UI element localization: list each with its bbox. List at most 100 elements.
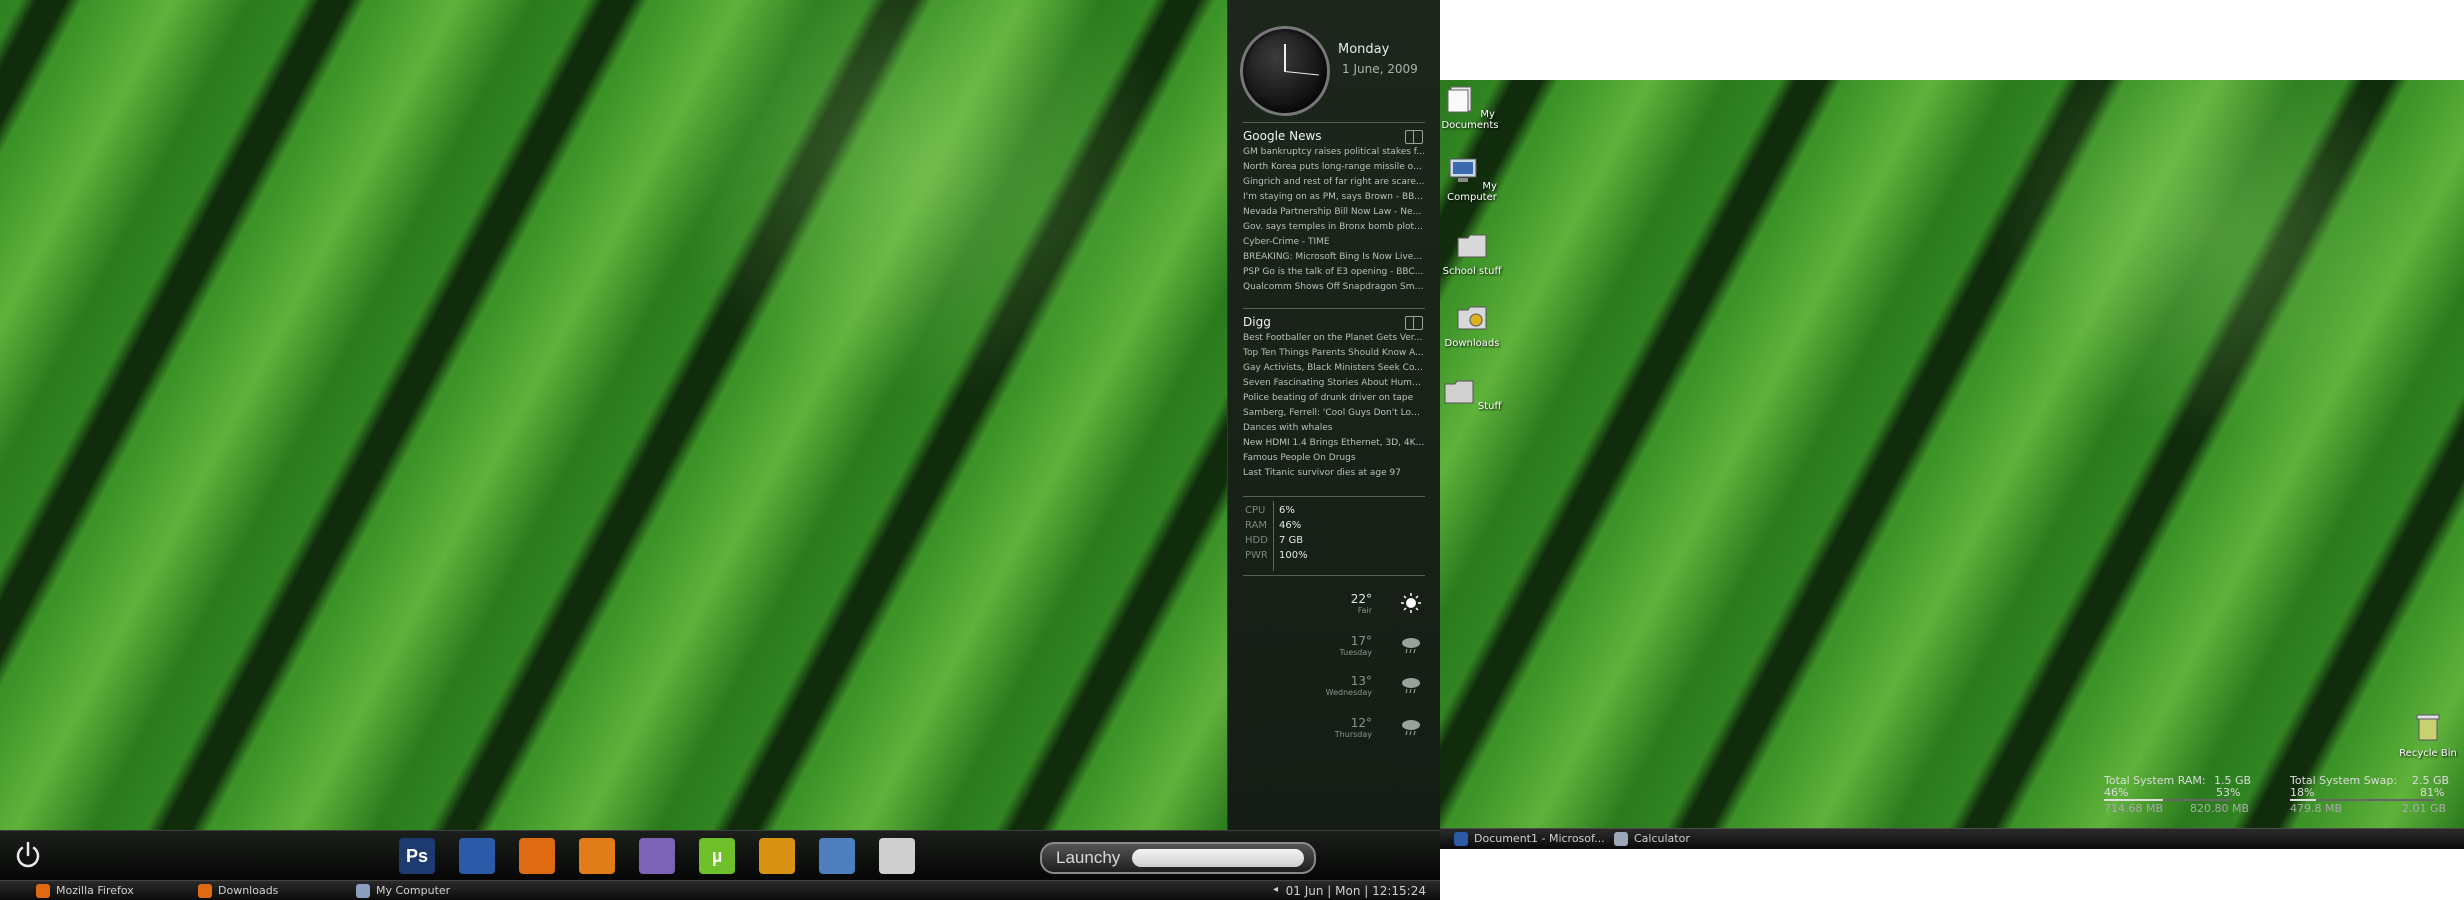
weather-desc: Tuesday — [1339, 648, 1372, 657]
word-icon[interactable] — [459, 838, 495, 874]
weather-day: 17° Tuesday — [1288, 634, 1428, 664]
taskbar-button-calculator[interactable]: Calculator — [1612, 831, 1690, 847]
news-item[interactable]: Cyber-Crime - TIME — [1243, 235, 1425, 250]
stat-value: 6% — [1279, 505, 1295, 516]
desktop-icon-downloads[interactable]: Downloads — [1442, 302, 1502, 349]
digg-title-text: Digg — [1243, 315, 1271, 329]
folder-icon — [1444, 380, 1474, 404]
firefox-icon[interactable] — [519, 838, 555, 874]
taskbar-button-word-document[interactable]: Document1 - Microsof... — [1452, 831, 1605, 847]
stat-label: HDD — [1245, 535, 1268, 546]
taskbar-button-label: Document1 - Microsof... — [1474, 832, 1605, 845]
news-item[interactable]: Gingrich and rest of far right are scare… — [1243, 175, 1425, 190]
ram-used-pct: 46% — [2104, 786, 2129, 799]
miranda-icon[interactable] — [759, 838, 795, 874]
analog-clock-icon — [1240, 26, 1330, 116]
book-icon[interactable] — [1405, 130, 1423, 144]
leaf-wallpaper — [0, 0, 1227, 830]
weather-temp: 17° — [1350, 634, 1372, 648]
desktop-icon-stuff[interactable]: Stuff — [1442, 376, 1502, 412]
sidebar: Monday 1 June, 2009 Google News GM bankr… — [1227, 0, 1440, 830]
stat-cpu: CPU 6% — [1243, 503, 1425, 518]
downloads-folder-icon — [1457, 306, 1487, 330]
ram-free: 820.80 MB — [2190, 802, 2250, 815]
ram-bar — [2104, 799, 2232, 801]
pidgin-icon[interactable] — [639, 838, 675, 874]
launchy-input[interactable] — [1132, 849, 1304, 867]
news-item[interactable]: North Korea puts long-range missile on..… — [1243, 160, 1425, 175]
digg-item[interactable]: Seven Fascinating Stories About Human... — [1243, 376, 1425, 391]
taskbar-button-downloads[interactable]: Downloads — [196, 883, 278, 899]
swap-free-pct: 81% — [2420, 786, 2445, 799]
swap-free: 2.01 GB — [2402, 802, 2447, 815]
desktop-icon-school-stuff[interactable]: School stuff — [1442, 230, 1502, 277]
launchy-bar: Launchy — [1040, 842, 1316, 874]
system-monitor: Total System RAM: 1.5 GB 46% 53% 714.68 … — [1440, 774, 2464, 822]
ram-used: 714.68 MB — [2104, 802, 2164, 815]
firefox-icon — [36, 884, 50, 898]
ram-free-pct: 53% — [2216, 786, 2241, 799]
documents-icon — [1447, 86, 1472, 113]
taskbar-button-label: Downloads — [218, 884, 279, 897]
power-icon[interactable] — [12, 839, 44, 871]
news-item[interactable]: GM bankruptcy raises political stakes f.… — [1243, 145, 1425, 160]
weather-temp: 12° — [1350, 716, 1372, 730]
news-item[interactable]: Gov. says temples in Bronx bomb plot t..… — [1243, 220, 1425, 235]
text-editor-icon[interactable] — [819, 838, 855, 874]
taskbar-button-firefox[interactable]: Mozilla Firefox — [34, 883, 134, 899]
clock-date: 1 June, 2009 — [1342, 62, 1418, 76]
digg-item[interactable]: Police beating of drunk driver on tape — [1243, 391, 1425, 406]
tray-arrow-icon[interactable]: ◂ — [1273, 884, 1278, 895]
digg-item[interactable]: Best Footballer on the Planet Gets Ver..… — [1243, 331, 1425, 346]
desktop-icon-label: Recycle Bin — [2399, 748, 2457, 759]
songbird-icon[interactable] — [579, 838, 615, 874]
stat-label: RAM — [1245, 520, 1268, 531]
weather-temp: 13° — [1350, 674, 1372, 688]
digg-item[interactable]: Gay Activists, Black Ministers Seek Co..… — [1243, 361, 1425, 376]
photoshop-icon[interactable]: Ps — [399, 838, 435, 874]
digg-title: Digg — [1243, 308, 1425, 331]
stat-value: 46% — [1279, 520, 1302, 531]
digg-item[interactable]: Dances with whales — [1243, 421, 1425, 436]
rain-cloud-icon — [1402, 678, 1420, 694]
sun-icon — [1401, 593, 1421, 613]
firefox-icon — [198, 884, 212, 898]
swap-bar — [2290, 799, 2434, 801]
digg-item[interactable]: Samberg, Ferrell: 'Cool Guys Don't Look.… — [1243, 406, 1425, 421]
application-dock: Ps µ Launchy — [0, 830, 1440, 881]
news-item[interactable]: PSP Go is the talk of E3 opening - BBC..… — [1243, 265, 1425, 280]
digg-item[interactable]: Top Ten Things Parents Should Know A... — [1243, 346, 1425, 361]
stat-ram: RAM 46% — [1243, 518, 1425, 533]
swap-used: 479.8 MB — [2290, 802, 2343, 815]
news-item[interactable]: Qualcomm Shows Off Snapdragon Smar... — [1243, 280, 1425, 295]
news-item[interactable]: Nevada Partnership Bill Now Law - New... — [1243, 205, 1425, 220]
desktop-icon-label: Stuff — [1477, 401, 1502, 412]
book-icon[interactable] — [1405, 316, 1423, 330]
system-stats: CPU 6% RAM 46% HDD 7 GB PWR 100% — [1243, 496, 1425, 576]
desktop-icon-my-computer[interactable]: My Computer — [1442, 156, 1502, 203]
digg-feed: Digg Best Footballer on the Planet Gets … — [1243, 308, 1425, 481]
desktop-icon-my-documents[interactable]: My Documents — [1440, 84, 1500, 131]
swap-used-pct: 18% — [2290, 786, 2315, 799]
news-item[interactable]: BREAKING: Microsoft Bing Is Now Live -..… — [1243, 250, 1425, 265]
digg-item[interactable]: Famous People On Drugs — [1243, 451, 1425, 466]
left-monitor: Monday 1 June, 2009 Google News GM bankr… — [0, 0, 1440, 900]
desktop-icon-label: School stuff — [1442, 266, 1502, 277]
google-news-title: Google News — [1243, 122, 1425, 145]
digg-item[interactable]: Last Titanic survivor dies at age 97 — [1243, 466, 1425, 481]
utorrent-icon[interactable]: µ — [699, 838, 735, 874]
weather-desc: Fair — [1357, 606, 1372, 615]
desktop-icon-recycle-bin[interactable]: Recycle Bin — [2398, 712, 2458, 759]
taskbar-button-label: Mozilla Firefox — [56, 884, 134, 897]
news-item[interactable]: I'm staying on as PM, says Brown - BBC..… — [1243, 190, 1425, 205]
computer-icon — [356, 884, 370, 898]
taskbar-button-my-computer[interactable]: My Computer — [354, 883, 450, 899]
recycle-bin-icon — [2416, 714, 2440, 741]
digg-item[interactable]: New HDMI 1.4 Brings Ethernet, 3D, 4Ka... — [1243, 436, 1425, 451]
terminal-icon[interactable] — [879, 838, 915, 874]
rain-cloud-icon — [1402, 720, 1420, 736]
stat-value: 100% — [1279, 550, 1308, 561]
desktop-icon-label: Downloads — [1444, 338, 1500, 349]
weather-day: 13° Wednesday — [1288, 674, 1428, 704]
taskbar-button-label: My Computer — [376, 884, 451, 897]
